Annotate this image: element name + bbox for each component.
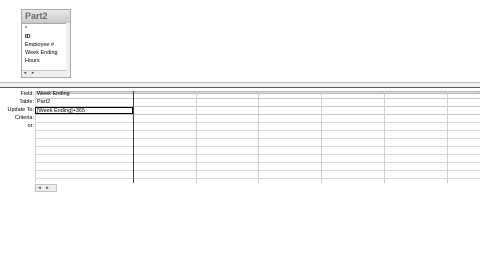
scroll-right-icon[interactable]: ▸ bbox=[44, 185, 51, 191]
update-to-field[interactable] bbox=[35, 107, 133, 114]
grid-divider bbox=[35, 91, 36, 183]
column-selector[interactable] bbox=[447, 91, 480, 94]
column-selector[interactable] bbox=[258, 91, 321, 94]
field-list-window[interactable]: Part2 * ID Employee # Week Ending Hours … bbox=[21, 9, 71, 78]
field-list-item[interactable]: Hours bbox=[25, 57, 70, 65]
field-list: * ID Employee # Week Ending Hours bbox=[22, 24, 70, 65]
field-list-title[interactable]: Part2 bbox=[22, 10, 70, 24]
table-cell[interactable]: Part2 bbox=[37, 99, 50, 106]
field-list-item[interactable]: Week Ending bbox=[25, 49, 70, 57]
row-label-or: or: bbox=[27, 123, 34, 129]
grid-divider bbox=[196, 91, 197, 183]
column-divider[interactable] bbox=[133, 91, 134, 183]
field-list-item[interactable]: ID bbox=[25, 33, 70, 41]
column-selector[interactable] bbox=[384, 91, 447, 94]
column-selector[interactable] bbox=[134, 91, 196, 94]
row-label-update-to: Update To: bbox=[7, 107, 34, 113]
design-grid[interactable]: Week Ending Part2 bbox=[35, 91, 480, 183]
field-list-item[interactable]: Employee # bbox=[25, 41, 70, 49]
field-list-horizontal-scrollbar[interactable]: ◂ ▸ bbox=[22, 70, 67, 77]
column-selector[interactable] bbox=[321, 91, 384, 94]
table-diagram-pane: Part2 * ID Employee # Week Ending Hours … bbox=[0, 0, 480, 82]
grid-divider bbox=[447, 91, 448, 183]
column-selector[interactable] bbox=[196, 91, 258, 94]
row-label-table: Table: bbox=[19, 99, 34, 105]
field-cell[interactable]: Week Ending bbox=[37, 91, 70, 98]
row-label-criteria: Criteria: bbox=[14, 115, 34, 121]
grid-divider bbox=[258, 91, 259, 183]
design-grid-pane: Field: Table: Update To: Criteria: or: W… bbox=[0, 88, 480, 270]
grid-divider bbox=[321, 91, 322, 183]
scroll-left-icon[interactable]: ◂ bbox=[22, 70, 28, 76]
grid-horizontal-scrollbar[interactable]: ◂ ▸ bbox=[35, 184, 57, 192]
grid-divider bbox=[384, 91, 385, 183]
scroll-right-icon[interactable]: ▸ bbox=[30, 70, 36, 76]
scroll-left-icon[interactable]: ◂ bbox=[36, 185, 43, 191]
row-label-field: Field: bbox=[20, 91, 34, 97]
field-list-item[interactable]: * bbox=[25, 25, 70, 33]
field-list-vertical-scrollbar[interactable] bbox=[66, 23, 70, 77]
